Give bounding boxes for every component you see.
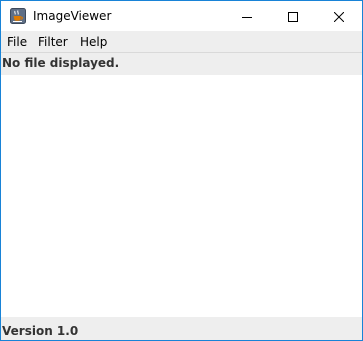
title-bar[interactable]: ImageViewer	[1, 1, 362, 31]
version-label: Version 1.0	[2, 324, 79, 338]
file-status-bar: No file displayed.	[1, 53, 362, 75]
minimize-button[interactable]	[224, 1, 270, 31]
close-button[interactable]	[316, 1, 362, 31]
file-status-label: No file displayed.	[2, 56, 120, 70]
menu-bar: File Filter Help	[1, 31, 362, 53]
java-cup-icon	[10, 8, 26, 24]
minimize-icon	[242, 7, 252, 26]
maximize-icon	[288, 7, 298, 26]
menu-help[interactable]: Help	[80, 35, 107, 49]
maximize-button[interactable]	[270, 1, 316, 31]
menu-filter[interactable]: Filter	[38, 35, 68, 49]
version-status-bar: Version 1.0	[1, 317, 362, 340]
close-icon	[333, 7, 345, 26]
image-display-area	[1, 75, 362, 317]
menu-file[interactable]: File	[7, 35, 27, 49]
image-viewer-window: ImageViewer File Filter Help No file dis…	[0, 0, 363, 341]
window-title: ImageViewer	[33, 9, 112, 23]
